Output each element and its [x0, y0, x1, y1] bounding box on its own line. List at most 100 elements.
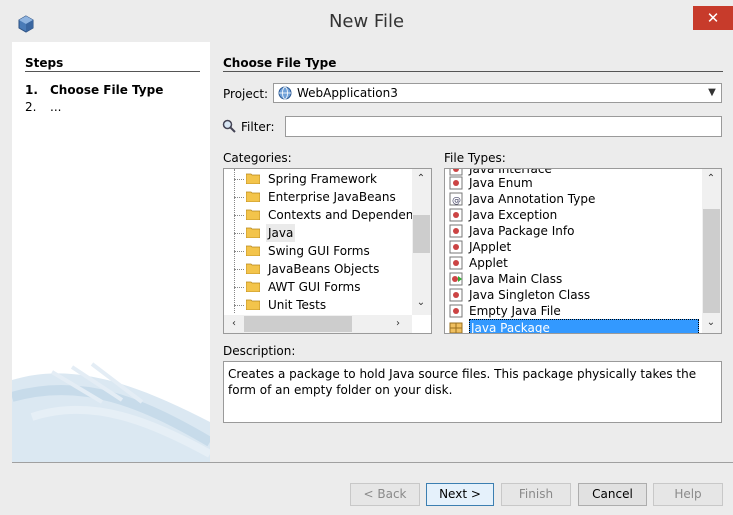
scroll-up-icon[interactable]: ⌃	[413, 171, 429, 187]
scroll-thumb[interactable]	[413, 215, 430, 253]
java-file-icon	[449, 176, 463, 190]
cancel-button[interactable]: Cancel	[578, 483, 647, 506]
step-number: 1.	[25, 83, 38, 97]
step-label: ...	[50, 100, 62, 114]
step-number: 2.	[25, 100, 37, 114]
categories-list[interactable]: Spring Framework Enterprise JavaBeans Co…	[223, 168, 432, 334]
folder-icon	[246, 209, 260, 220]
main-title: Choose File Type	[223, 56, 337, 70]
categories-vscrollbar[interactable]: ⌃ ⌄	[412, 169, 431, 315]
help-button[interactable]: Help	[653, 483, 723, 506]
tree-line	[234, 287, 244, 288]
tree-line	[234, 169, 235, 313]
tree-line	[234, 251, 244, 252]
chevron-down-icon[interactable]: ▼	[703, 84, 721, 102]
steps-panel: Steps 1. Choose File Type 2....	[12, 42, 210, 462]
file-type-item[interactable]: Java Enum	[449, 175, 533, 191]
category-label: AWT GUI Forms	[268, 280, 361, 294]
magnifier-icon	[222, 119, 236, 133]
file-type-item[interactable]: Empty Java File	[449, 303, 561, 319]
description-text: Creates a package to hold Java source fi…	[223, 361, 722, 423]
scroll-left-icon[interactable]: ‹	[226, 316, 242, 332]
tree-line	[234, 269, 244, 270]
file-type-item[interactable]: Java Singleton Class	[449, 287, 591, 303]
globe-icon	[278, 86, 292, 100]
category-label: JavaBeans Objects	[268, 262, 380, 276]
java-file-icon	[449, 304, 463, 318]
folder-icon	[246, 281, 260, 292]
folder-icon	[246, 299, 260, 310]
back-button[interactable]: < Back	[350, 483, 420, 506]
project-value: WebApplication3	[297, 86, 398, 100]
tree-line	[234, 215, 244, 216]
scroll-down-icon[interactable]: ⌄	[413, 295, 429, 311]
description-label: Description:	[223, 344, 296, 358]
step-label: Choose File Type	[50, 83, 164, 97]
tree-line	[234, 305, 244, 306]
close-button[interactable]: ✕	[693, 6, 733, 30]
folder-icon	[246, 191, 260, 202]
categories-hscrollbar[interactable]: ‹ ›	[224, 315, 412, 333]
filter-input[interactable]	[285, 116, 722, 137]
scroll-up-icon[interactable]: ⌃	[703, 171, 719, 187]
java-file-icon	[449, 256, 463, 270]
filter-label: Filter:	[241, 120, 275, 134]
file-type-item[interactable]: Java Main Class	[449, 271, 563, 287]
folder-icon	[246, 227, 260, 238]
file-type-item[interactable]: Applet	[449, 255, 508, 271]
file-type-item[interactable]: JApplet	[449, 239, 512, 255]
file-types-vscrollbar[interactable]: ⌃ ⌄	[702, 169, 721, 333]
java-file-icon	[449, 169, 463, 176]
categories-label: Categories:	[223, 151, 292, 165]
window-title: New File	[328, 11, 405, 32]
finish-button[interactable]: Finish	[501, 483, 571, 506]
file-type-label: Java Singleton Class	[469, 288, 591, 302]
dialog-content: Steps 1. Choose File Type 2.... Choose Fi…	[12, 42, 733, 462]
tree-line	[234, 197, 244, 198]
svg-text:@: @	[452, 196, 461, 206]
button-bar: < Back Next > Finish Cancel Help	[12, 462, 733, 515]
file-type-item[interactable]: Java Package Info	[449, 223, 575, 239]
file-type-label: Java Package Info	[469, 224, 575, 238]
scroll-down-icon[interactable]: ⌄	[703, 315, 719, 331]
scroll-right-icon[interactable]: ›	[390, 316, 406, 332]
file-type-item[interactable]: @ Java Annotation Type	[449, 191, 595, 207]
file-type-label: Java Exception	[469, 208, 558, 222]
file-types-label: File Types:	[444, 151, 506, 165]
steps-title: Steps	[25, 56, 64, 70]
project-combo[interactable]: WebApplication3 ▼	[273, 83, 722, 103]
category-label: Swing GUI Forms	[268, 244, 370, 258]
tree-line	[234, 179, 244, 180]
java-file-icon	[449, 240, 463, 254]
watermark-graphic	[12, 362, 210, 462]
file-type-item-selected[interactable]: Java Package	[449, 319, 699, 333]
file-type-label: Empty Java File	[469, 304, 561, 318]
category-label: Java	[266, 224, 296, 242]
category-label: Unit Tests	[268, 298, 327, 312]
new-file-dialog: New File ✕ Steps 1. Choose File Type 2...…	[0, 0, 733, 515]
scroll-thumb[interactable]	[244, 316, 352, 332]
next-button[interactable]: Next >	[426, 483, 494, 506]
file-type-label: Java Main Class	[469, 272, 563, 286]
divider	[223, 71, 723, 72]
file-type-label: JApplet	[469, 240, 512, 254]
divider	[25, 71, 200, 72]
scroll-thumb[interactable]	[703, 209, 720, 313]
annotation-file-icon: @	[449, 192, 463, 206]
category-label: Contexts and Dependency	[268, 208, 427, 222]
category-label: Spring Framework	[268, 172, 377, 186]
file-type-item[interactable]: Java Exception	[449, 207, 558, 223]
project-label: Project:	[223, 87, 269, 101]
java-file-icon	[449, 224, 463, 238]
file-type-label: Applet	[469, 256, 508, 270]
window-frame	[0, 42, 12, 515]
file-types-list[interactable]: Java Interface Java Enum @ Java Annotati…	[444, 168, 722, 334]
step-2: 2....	[25, 100, 61, 114]
package-icon	[449, 322, 463, 333]
folder-icon	[246, 263, 260, 274]
tree-line	[234, 233, 244, 234]
folder-icon	[246, 245, 260, 256]
category-label: Enterprise JavaBeans	[268, 190, 396, 204]
title-bar: New File ✕	[0, 0, 733, 42]
file-type-label: Java Enum	[469, 176, 533, 190]
